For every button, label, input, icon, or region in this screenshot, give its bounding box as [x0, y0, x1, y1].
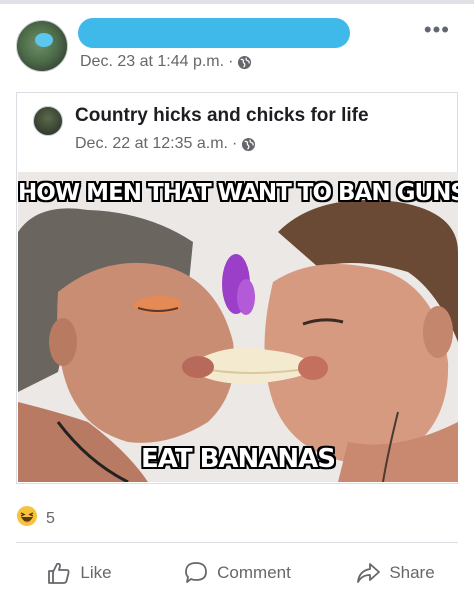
more-options-icon[interactable]: •••	[424, 19, 450, 41]
shared-time-separator: ·	[231, 135, 238, 152]
shared-post-timestamp[interactable]: Dec. 22 at 12:35 a.m. ·	[75, 135, 256, 153]
author-avatar[interactable]	[16, 20, 68, 72]
meme-top-text: HOW MEN THAT WANT TO BAN GUNS	[18, 180, 458, 206]
group-avatar[interactable]	[33, 106, 63, 136]
haha-reaction-icon	[16, 505, 38, 532]
globe-icon	[241, 137, 256, 152]
share-button[interactable]: Share	[316, 543, 474, 603]
meme-image[interactable]: HOW MEN THAT WANT TO BAN GUNS EAT BANANA…	[18, 172, 458, 482]
group-name[interactable]: Country hicks and chicks for life	[75, 105, 369, 127]
avatar-redaction	[35, 33, 53, 47]
comment-label: Comment	[217, 563, 291, 582]
like-label: Like	[80, 563, 112, 582]
reaction-summary[interactable]: 5	[16, 505, 55, 532]
share-icon	[357, 563, 381, 583]
share-label: Share	[389, 563, 435, 582]
meme-illustration	[18, 172, 458, 482]
like-button[interactable]: Like	[0, 543, 158, 603]
thumbs-up-icon	[48, 562, 70, 584]
meme-bottom-text: EAT BANANAS	[140, 444, 336, 474]
shared-post[interactable]: Country hicks and chicks for life Dec. 2…	[16, 92, 458, 484]
comment-button[interactable]: Comment	[158, 543, 316, 603]
comment-icon	[185, 562, 208, 583]
post-time-text: Dec. 23 at 1:44 p.m.	[80, 53, 225, 70]
post-timestamp[interactable]: Dec. 23 at 1:44 p.m. ·	[80, 53, 252, 71]
post-header: Dec. 23 at 1:44 p.m. · •••	[0, 4, 474, 82]
shared-time-text: Dec. 22 at 12:35 a.m.	[75, 135, 228, 152]
reaction-count: 5	[46, 509, 55, 527]
time-separator: ·	[228, 53, 234, 70]
author-name-redaction	[78, 18, 350, 48]
post-actions-bar: Like Comment Share	[0, 543, 474, 603]
globe-icon	[237, 55, 252, 70]
